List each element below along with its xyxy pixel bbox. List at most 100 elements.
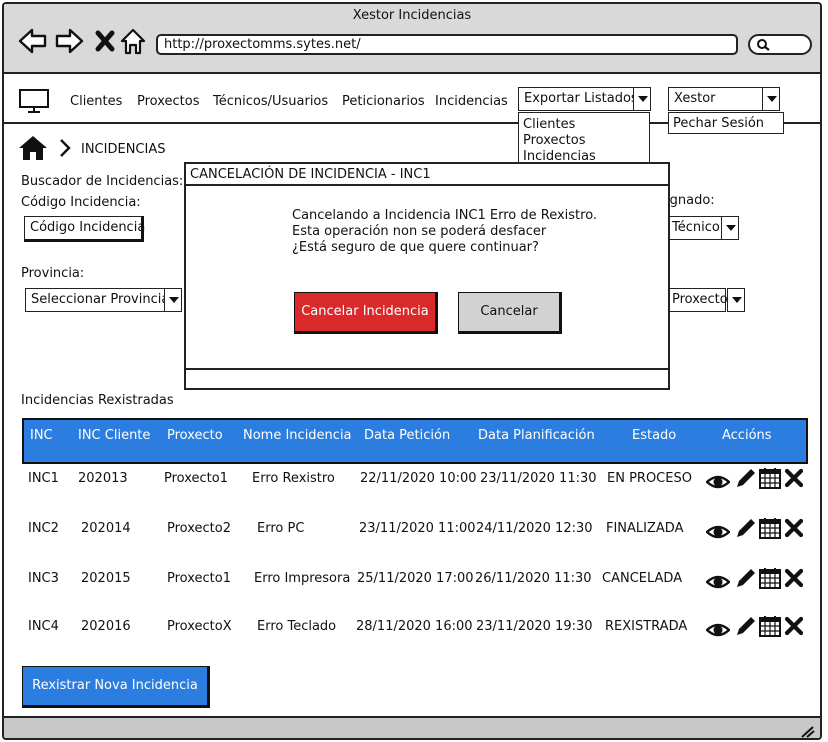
eye-icon[interactable] [706,470,730,494]
cell-proxecto: Proxecto1 [164,471,228,486]
pencil-icon[interactable] [734,516,758,540]
column-header-data-peticion: Data Petición [364,428,451,443]
technician-select[interactable]: Técnico [666,216,722,240]
table-row: INC2 202014 Proxecto2 Erro PC 23/11/2020 11:… [4,516,820,546]
user-option-logout[interactable]: Pechar Sesión [673,116,764,131]
cell-estado: REXISTRADA [605,619,688,634]
cell-inc-cliente: 202015 [81,571,131,586]
cell-estado: CANCELADA [602,571,683,586]
project-select[interactable]: Proxecto [666,288,728,312]
technician-select-caret[interactable] [721,216,739,240]
cell-data-planificacion: 23/11/2020 11:30 [480,471,597,486]
modal-footer [186,368,668,388]
table-row: INC4 202016 ProxectoX Erro Teclado 28/11/202… [4,614,820,644]
cell-nome: Erro PC [257,521,305,536]
confirm-cancel-incident-button[interactable]: Cancelar Incidencia [294,292,438,334]
url-bar[interactable]: http://proxectomms.sytes.net/ [156,34,738,55]
export-dropdown-caret[interactable] [633,87,651,111]
home-icon[interactable] [118,26,148,56]
window-title: Xestor Incidencias [352,8,472,23]
user-dropdown[interactable]: Xestor [668,87,763,111]
breadcrumb-current: INCIDENCIAS [81,142,166,157]
close-icon[interactable] [782,466,806,490]
cell-data-planificacion: 26/11/2020 11:30 [475,571,592,586]
table-caption: Incidencias Rexistradas [21,393,174,408]
modal-message-line1: Cancelando a Incidencia INC1 Erro de Rex… [292,208,598,223]
cell-nome: Erro Rexistro [252,471,335,486]
browser-search-box[interactable] [748,34,812,55]
nav-item-peticionarios[interactable]: Peticionarios [342,94,425,109]
eye-icon[interactable] [706,570,730,594]
close-icon[interactable] [782,614,806,638]
cell-estado: EN PROCESO [607,471,692,486]
resize-grip-icon[interactable] [800,724,816,738]
export-dropdown[interactable]: Exportar Listados [518,87,638,111]
code-label: Código Incidencia: [21,195,141,210]
cancel-incident-modal: CANCELACIÓN DE INCIDENCIA - INC1 Cancela… [184,162,670,390]
nav-item-clientes[interactable]: Clientes [70,94,122,109]
province-select[interactable]: Seleccionar Provincia [25,288,169,312]
cell-inc-cliente: 202016 [81,619,131,634]
cell-proxecto: Proxecto1 [167,571,231,586]
forward-icon[interactable] [54,26,84,56]
pencil-icon[interactable] [734,566,758,590]
column-header-estado: Estado [632,428,677,443]
register-new-incident-button[interactable]: Rexistrar Nova Incidencia [22,666,210,708]
back-icon[interactable] [18,26,48,56]
table-row: INC3 202015 Proxecto1 Erro Impresora 25/11/2… [4,566,820,596]
cell-inc: INC3 [28,571,59,586]
assigned-label: ignado: [666,193,715,208]
cell-inc: INC1 [28,471,59,486]
close-icon[interactable] [782,516,806,540]
nav-item-tecnicos-usuarios[interactable]: Técnicos/Usuarios [213,94,328,109]
column-header-inc-cliente: INC Cliente [78,428,151,443]
table-header: INC INC Cliente Proxecto Nome Incidencia… [22,418,808,464]
province-select-caret[interactable] [164,288,182,312]
export-option-clientes[interactable]: Clientes [523,117,575,132]
column-header-inc: INC [30,428,53,443]
column-header-accions: Accións [722,428,772,443]
home-breadcrumb-icon[interactable] [18,134,48,162]
cell-proxecto: ProxectoX [167,619,232,634]
calendar-icon[interactable] [758,614,782,638]
modal-header: CANCELACIÓN DE INCIDENCIA - INC1 [186,164,668,186]
calendar-icon[interactable] [758,466,782,490]
monitor-icon[interactable] [18,88,50,114]
pencil-icon[interactable] [734,466,758,490]
cell-data-peticion: 23/11/2020 11:00 [359,521,476,536]
export-option-proxectos[interactable]: Proxectos [523,133,586,148]
cell-proxecto: Proxecto2 [167,521,231,536]
modal-title: CANCELACIÓN DE INCIDENCIA - INC1 [190,167,431,182]
cell-nome: Erro Impresora [254,571,351,586]
pencil-icon[interactable] [734,614,758,638]
table-row: INC1 202013 Proxecto1 Erro Rexistro 22/11/20… [4,466,820,496]
province-label: Provincia: [21,266,85,281]
cell-data-peticion: 22/11/2020 10:00 [360,471,477,486]
nav-item-incidencias[interactable]: Incidencias [435,94,508,109]
column-header-proxecto: Proxecto [167,428,223,443]
column-header-data-planificacion: Data Planificación [478,428,595,443]
cell-inc: INC4 [28,619,59,634]
stop-icon[interactable] [90,26,120,56]
modal-cancel-button[interactable]: Cancelar [458,292,562,334]
modal-message-line3: ¿Está seguro de que quere continuar? [292,240,539,255]
eye-icon[interactable] [706,618,730,642]
project-select-caret[interactable] [727,288,745,312]
cell-inc-cliente: 202013 [78,471,128,486]
cell-data-planificacion: 24/11/2020 12:30 [476,521,593,536]
calendar-icon[interactable] [758,516,782,540]
cell-data-planificacion: 23/11/2020 19:30 [476,619,593,634]
nav-item-proxectos[interactable]: Proxectos [137,94,200,109]
browser-window: Xestor Incidencias http://proxectomms.sy… [2,2,822,740]
cell-nome: Erro Teclado [257,619,337,634]
user-dropdown-menu: Pechar Sesión [668,112,784,134]
cell-data-peticion: 25/11/2020 17:00 [357,571,474,586]
code-input[interactable]: Código Incidencia [24,216,145,242]
calendar-icon[interactable] [758,566,782,590]
chevron-right-icon [60,139,71,157]
search-title: Buscador de Incidencias: [21,174,184,189]
user-dropdown-caret[interactable] [762,87,780,111]
close-icon[interactable] [782,566,806,590]
eye-icon[interactable] [706,520,730,544]
cell-data-peticion: 28/11/2020 16:00 [356,619,473,634]
